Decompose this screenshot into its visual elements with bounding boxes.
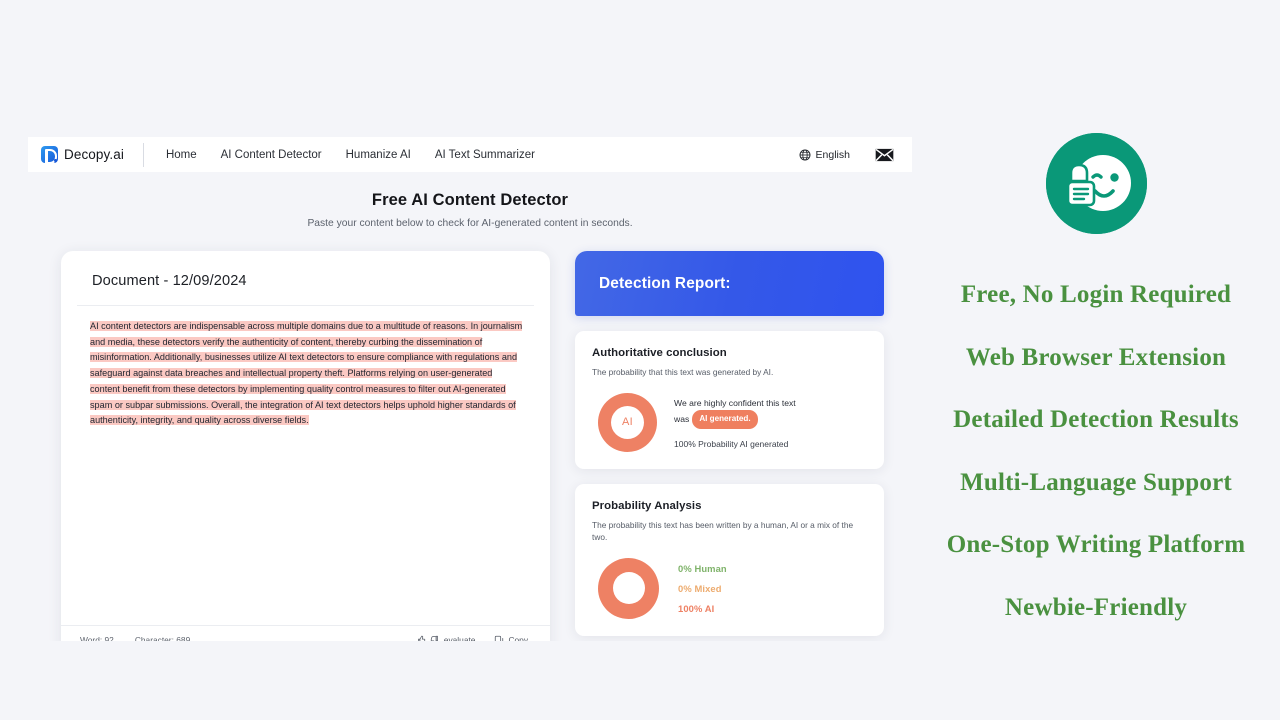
legend-human: 0% Human (678, 562, 727, 574)
document-footer: Word: 92 Character: 689 evaluate Copy (61, 625, 551, 642)
ai-donut-label: AI (611, 405, 645, 439)
thumbs-up-icon[interactable] (416, 635, 426, 642)
document-text-area[interactable]: AI content detectors are indispensable a… (61, 306, 550, 625)
feature-item-0: Free, No Login Required (960, 281, 1232, 308)
authoritative-conclusion-subtitle: The probability that this text was gener… (592, 367, 774, 377)
authoritative-conclusion-title: Authoritative conclusion (592, 347, 727, 359)
detection-report-title: Detection Report: (599, 274, 731, 292)
character-count: Character: 689 (134, 634, 191, 642)
content-panes: Document - 12/09/2024 AI content detecto… (28, 251, 912, 641)
brand-name: Decopy.ai (64, 147, 124, 162)
logo-glyph (1045, 133, 1147, 234)
confidence-line-2: was AI generated. (674, 409, 866, 429)
evaluate-button[interactable]: evaluate (416, 634, 476, 642)
decopy-logo-icon (41, 146, 58, 164)
feature-item-1: Web Browser Extension (965, 343, 1227, 371)
navbar-links: Home AI Content Detector Humanize AI AI … (166, 149, 535, 161)
detection-report-column: Detection Report: Authoritative conclusi… (575, 251, 884, 641)
brand-logo[interactable]: Decopy.ai (41, 146, 124, 164)
authoritative-conclusion-text: We are highly confident this text was AI … (674, 396, 866, 449)
feature-list: Free, No Login Required Web Browser Exte… (912, 264, 1280, 639)
document-header: Document - 12/09/2024 (61, 251, 550, 305)
evaluate-label: evaluate (443, 634, 476, 642)
probability-donut-hole (612, 572, 645, 605)
navbar-divider (142, 142, 144, 167)
document-highlighted-text: AI content detectors are indispensable a… (90, 321, 523, 426)
globe-icon (799, 149, 811, 160)
nav-link-home[interactable]: Home (166, 149, 197, 161)
authoritative-conclusion-body: AI We are highly confident this text was… (592, 392, 866, 452)
copy-icon[interactable] (494, 635, 504, 642)
probability-analysis-title: Probability Analysis (592, 499, 702, 512)
language-label: English (815, 148, 850, 161)
browser-app-mock: Decopy.ai Home AI Content Detector Human… (28, 137, 912, 641)
probability-legend: 0% Human 0% Mixed 100% AI (678, 563, 727, 614)
winking-face-document-logo-icon (1045, 133, 1147, 234)
envelope-icon[interactable] (875, 148, 894, 162)
feature-item-3: Multi-Language Support (960, 468, 1232, 496)
page-subtitle: Paste your content below to check for AI… (307, 218, 633, 229)
confidence-line-1: We are highly confident this text (674, 397, 796, 408)
legend-mixed: 0% Mixed (678, 582, 722, 594)
word-count: Word: 92 (80, 634, 114, 642)
document-card: Document - 12/09/2024 AI content detecto… (61, 251, 551, 642)
nav-link-ai-content-detector[interactable]: AI Content Detector (221, 149, 322, 161)
page-title: Free AI Content Detector (371, 191, 569, 209)
nav-link-ai-text-summarizer[interactable]: AI Text Summarizer (435, 149, 535, 161)
hero-section: Free AI Content Detector Paste your cont… (28, 172, 912, 229)
document-title: Document - 12/09/2024 (92, 273, 247, 289)
feature-item-4: One-Stop Writing Platform (946, 531, 1246, 558)
feature-item-5: Newbie-Friendly (1004, 593, 1188, 621)
nav-link-humanize-ai[interactable]: Humanize AI (346, 149, 411, 161)
probability-analysis-body: 0% Human 0% Mixed 100% AI (592, 557, 866, 619)
ai-generated-badge: AI generated. (692, 409, 758, 429)
probability-donut-chart (598, 557, 660, 619)
copy-label: Copy (508, 634, 529, 642)
feature-panel: Free, No Login Required Web Browser Exte… (912, 0, 1280, 720)
copy-button[interactable]: Copy (494, 634, 529, 642)
confidence-was-label: was (674, 413, 690, 424)
authoritative-conclusion-card: Authoritative conclusion The probability… (575, 331, 884, 469)
detection-report-header: Detection Report: (575, 251, 884, 316)
navbar-right: English (799, 148, 894, 162)
probability-analysis-card: Probability Analysis The probability thi… (575, 483, 884, 636)
probability-analysis-subtitle: The probability this text has been writt… (592, 519, 854, 543)
ai-donut-chart: AI (598, 392, 658, 452)
navbar: Decopy.ai Home AI Content Detector Human… (28, 137, 912, 172)
page-root: Decopy.ai Home AI Content Detector Human… (0, 0, 1280, 720)
thumbs-down-icon[interactable] (430, 635, 440, 642)
feature-item-2: Detailed Detection Results (953, 406, 1239, 433)
ai-probability-text: 100% Probability AI generated (674, 438, 789, 449)
language-selector[interactable]: English (799, 149, 850, 161)
legend-ai: 100% AI (678, 602, 715, 614)
